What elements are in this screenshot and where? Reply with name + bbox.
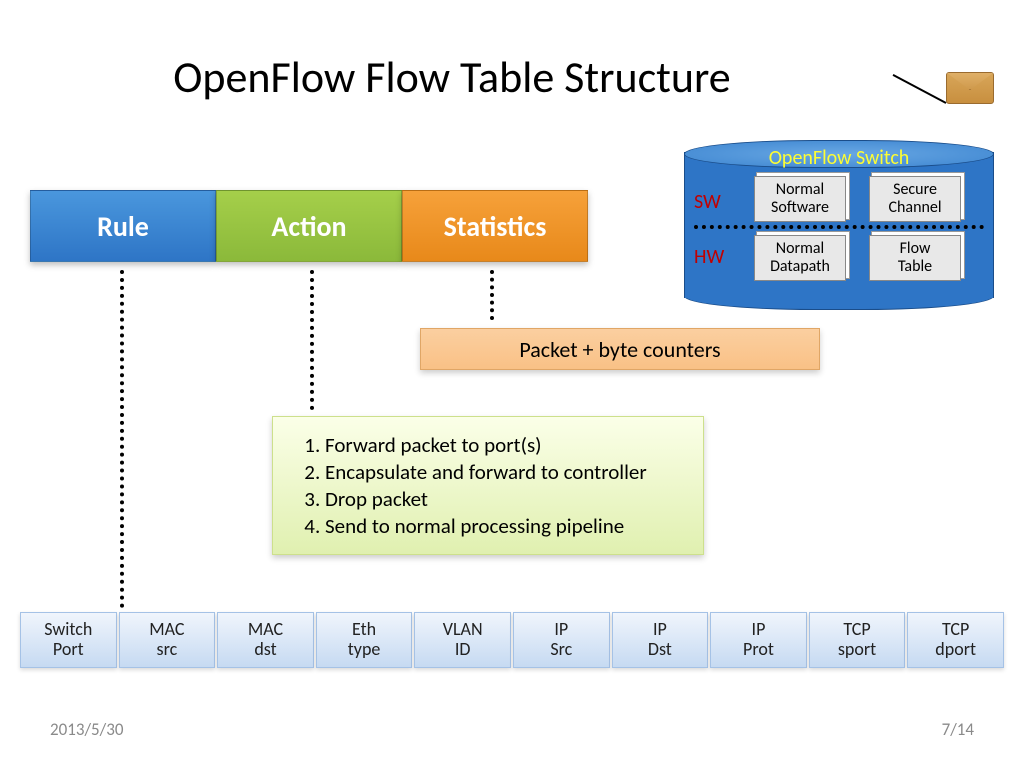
box-normal-software: Normal Software: [754, 176, 846, 222]
field-switch-port: SwitchPort: [20, 612, 117, 668]
flow-entry-triple: Rule Action Statistics: [30, 190, 588, 262]
statistics-box: Statistics: [402, 190, 588, 262]
openflow-switch-cylinder: OpenFlow Switch SW HW Normal Software Se…: [684, 140, 994, 310]
action-item-1: Forward packet to port(s): [325, 432, 683, 458]
rule-connector: [120, 270, 124, 608]
action-box: Action: [216, 190, 402, 262]
stats-connector: [490, 270, 494, 320]
box-flow-table: Flow Table: [869, 235, 961, 281]
field-mac-dst: MACdst: [217, 612, 314, 668]
footer-page: 7/14: [942, 719, 974, 740]
field-ip-dst: IPDst: [612, 612, 709, 668]
footer-date: 2013/5/30: [50, 719, 123, 740]
sw-label: SW: [694, 190, 721, 214]
field-ip-prot: IPProt: [710, 612, 807, 668]
envelope-icon: [946, 72, 994, 104]
slide-title: OpenFlow Flow Table Structure: [0, 50, 1024, 104]
box-normal-datapath: Normal Datapath: [754, 235, 846, 281]
field-mac-src: MACsrc: [119, 612, 216, 668]
rule-fields-row: SwitchPort MACsrc MACdst Ethtype VLANID …: [20, 612, 1004, 668]
sw-hw-divider: [694, 225, 984, 229]
field-eth-type: Ethtype: [316, 612, 413, 668]
action-connector: [310, 270, 314, 410]
action-item-3: Drop packet: [325, 486, 683, 512]
field-ip-src: IPSrc: [513, 612, 610, 668]
action-detail: Forward packet to port(s) Encapsulate an…: [272, 416, 704, 555]
field-tcp-sport: TCPsport: [809, 612, 906, 668]
stats-detail: Packet + byte counters: [420, 328, 820, 370]
rule-box: Rule: [30, 190, 216, 262]
hw-label: HW: [694, 245, 724, 269]
action-item-2: Encapsulate and forward to controller: [325, 459, 683, 485]
box-secure-channel: Secure Channel: [869, 176, 961, 222]
field-tcp-dport: TCPdport: [907, 612, 1004, 668]
switch-title: OpenFlow Switch: [684, 146, 994, 170]
field-vlan-id: VLANID: [414, 612, 511, 668]
action-item-4: Send to normal processing pipeline: [325, 513, 683, 539]
